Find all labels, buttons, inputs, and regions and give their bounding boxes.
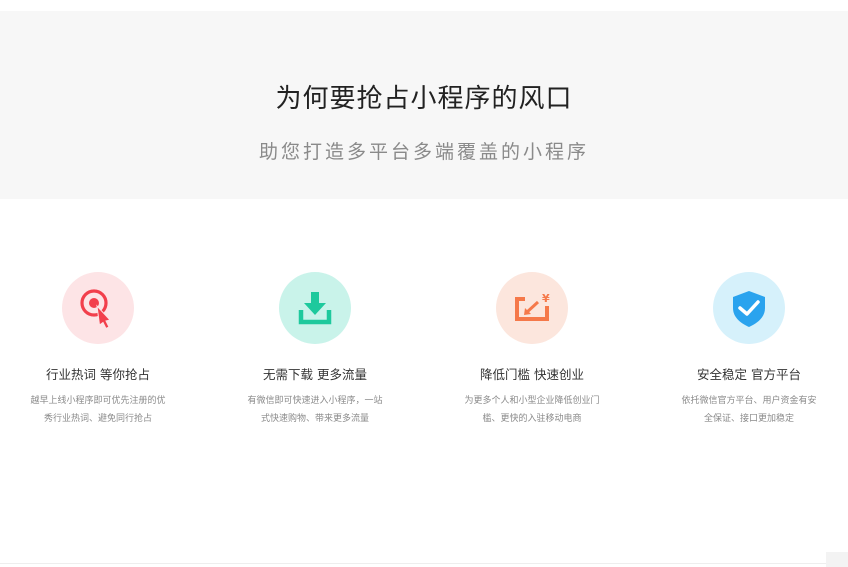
feature-card-low-barrier: ¥ 降低门槛 快速创业 为更多个人和小型企业降低创业门 槛、更快的入驻移动电商	[452, 272, 612, 428]
yuan-arrow-icon: ¥	[496, 272, 568, 344]
feature-description: 为更多个人和小型企业降低创业门 槛、更快的入驻移动电商	[452, 392, 612, 428]
target-cursor-icon	[62, 272, 134, 344]
feature-list: 行业热词 等你抢占 越早上线小程序即可优先注册的优 秀行业热词、避免同行抢占 无…	[0, 272, 848, 442]
shield-check-icon	[713, 272, 785, 344]
feature-description-line: 槛、更快的入驻移动电商	[482, 414, 582, 424]
feature-title: 安全稳定 官方平台	[697, 367, 801, 382]
hero-title: 为何要抢占小程序的风口	[275, 84, 573, 114]
svg-text:¥: ¥	[542, 292, 550, 305]
feature-description-line: 式快速购物、带来更多流量	[260, 414, 369, 424]
feature-description: 越早上线小程序即可优先注册的优 秀行业热词、避免同行抢占	[18, 392, 178, 428]
feature-description-line: 全保证、接口更加稳定	[703, 414, 794, 424]
corner-widget	[826, 552, 848, 567]
feature-description-line: 越早上线小程序即可优先注册的优	[30, 396, 166, 406]
feature-card-secure-platform: 安全稳定 官方平台 依托微信官方平台、用户资金有安 全保证、接口更加稳定	[669, 272, 829, 428]
feature-description-line: 依托微信官方平台、用户资金有安	[681, 396, 817, 406]
feature-card-no-download: 无需下载 更多流量 有微信即可快速进入小程序，一站 式快速购物、带来更多流量	[235, 272, 395, 428]
feature-description: 有微信即可快速进入小程序，一站 式快速购物、带来更多流量	[235, 392, 395, 428]
feature-card-industry-keywords: 行业热词 等你抢占 越早上线小程序即可优先注册的优 秀行业热词、避免同行抢占	[18, 272, 178, 428]
bottom-divider	[0, 563, 848, 564]
feature-description-line: 秀行业热词、避免同行抢占	[43, 414, 152, 424]
feature-description-line: 有微信即可快速进入小程序，一站	[247, 396, 383, 406]
feature-description: 依托微信官方平台、用户资金有安 全保证、接口更加稳定	[669, 392, 829, 428]
hero-subtitle: 助您打造多平台多端覆盖的小程序	[258, 141, 589, 163]
feature-description-line: 为更多个人和小型企业降低创业门	[464, 396, 600, 406]
feature-title: 降低门槛 快速创业	[480, 367, 584, 382]
feature-title: 行业热词 等你抢占	[46, 367, 150, 382]
hero-banner: 为何要抢占小程序的风口 助您打造多平台多端覆盖的小程序	[0, 11, 848, 199]
page: 为何要抢占小程序的风口 助您打造多平台多端覆盖的小程序 行业热词 等你抢占 越早…	[0, 0, 848, 567]
download-icon	[279, 272, 351, 344]
feature-title: 无需下载 更多流量	[263, 367, 367, 382]
